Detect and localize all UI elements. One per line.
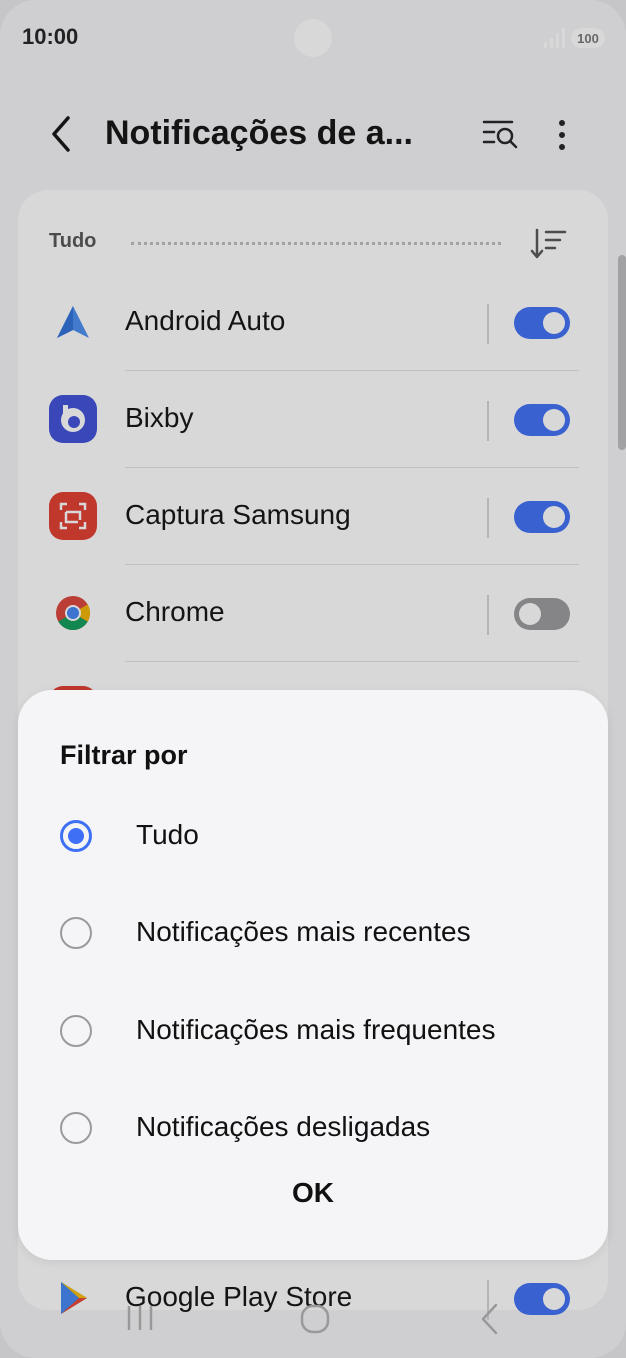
- radio-button[interactable]: [60, 917, 92, 949]
- phone-screen: 10:00 100 Notificações de a... Tudo Andr…: [0, 0, 626, 1358]
- back-nav-icon[interactable]: [478, 1302, 502, 1336]
- navigation-bar: [0, 1290, 626, 1350]
- radio-button[interactable]: [60, 1015, 92, 1047]
- option-mais-frequentes[interactable]: Notificações mais frequentes: [18, 1001, 608, 1098]
- option-label: Tudo: [136, 819, 199, 850]
- radio-button[interactable]: [60, 820, 92, 852]
- filter-sheet: Filtrar por Tudo Notificações mais recen…: [18, 690, 608, 1260]
- option-label: Notificações desligadas: [136, 1111, 431, 1142]
- home-icon[interactable]: [299, 1303, 331, 1335]
- sheet-title: Filtrar por: [60, 740, 188, 770]
- ok-button[interactable]: OK: [263, 1168, 363, 1218]
- recents-icon[interactable]: [125, 1302, 155, 1334]
- radio-button[interactable]: [60, 1112, 92, 1144]
- option-tudo[interactable]: Tudo: [18, 806, 608, 903]
- option-label: Notificações mais frequentes: [136, 1014, 496, 1045]
- option-mais-recentes[interactable]: Notificações mais recentes: [18, 903, 608, 1000]
- option-label: Notificações mais recentes: [136, 916, 471, 947]
